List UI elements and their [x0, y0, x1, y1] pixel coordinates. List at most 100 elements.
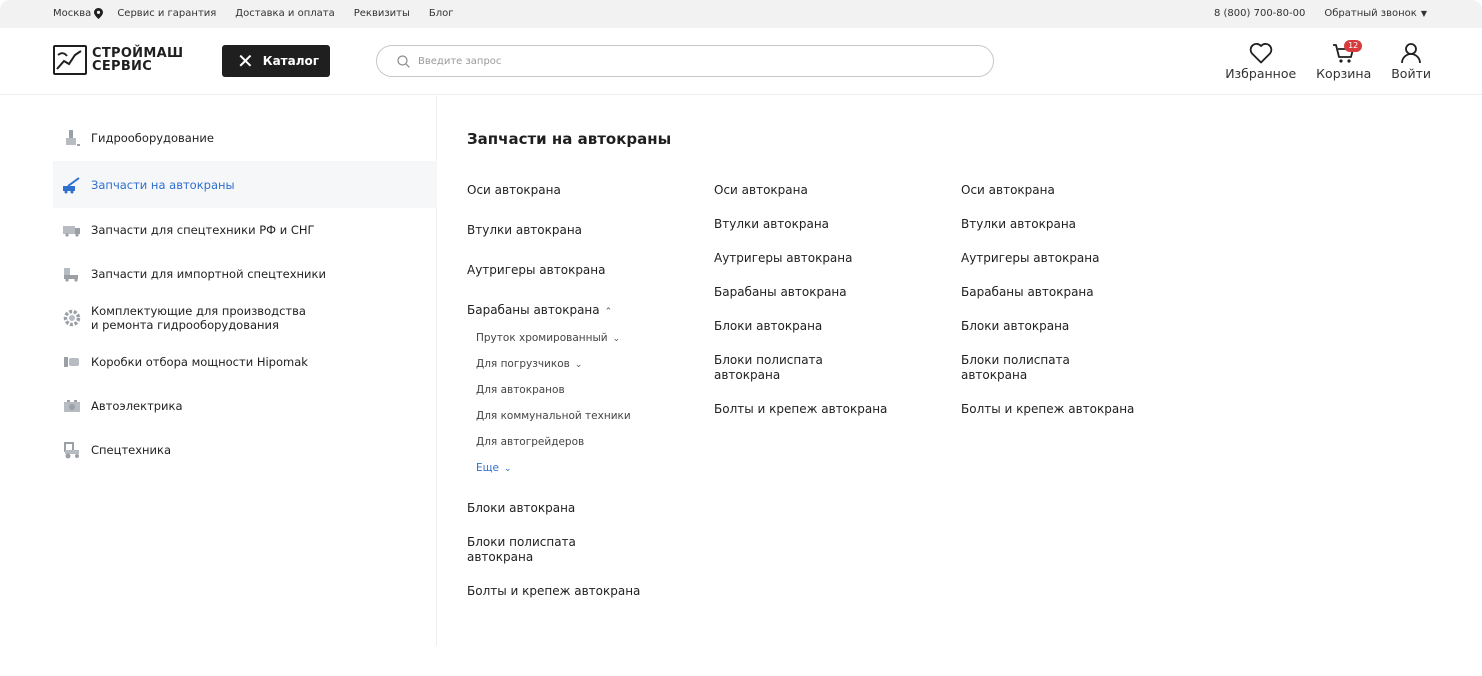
link-outriggers[interactable]: Аутригеры автокрана	[961, 251, 1100, 266]
battery-icon	[62, 396, 82, 416]
link-polyspast-blocks[interactable]: Блоки полиспата автокрана	[714, 353, 823, 383]
topbar-link-delivery[interactable]: Доставка и оплата	[235, 8, 334, 19]
topbar-link-service[interactable]: Сервис и гарантия	[117, 8, 216, 19]
more-link[interactable]: Еще ⌄	[476, 462, 512, 474]
logo-mark-icon	[53, 45, 87, 75]
link-bushings[interactable]: Втулки автокрана	[467, 223, 582, 238]
sidebar-item-crane-parts[interactable]: Запчасти на автокраны	[53, 161, 437, 208]
sublink-loaders[interactable]: Для погрузчиков ⌄	[476, 358, 582, 370]
search-bar[interactable]	[376, 45, 994, 77]
link-bolts[interactable]: Болты и крепеж автокрана	[961, 402, 1134, 417]
link-bushings[interactable]: Втулки автокрана	[961, 217, 1076, 232]
link-bolts[interactable]: Болты и крепеж автокрана	[467, 584, 640, 599]
link-blocks[interactable]: Блоки автокрана	[714, 319, 822, 334]
header-actions: Избранное 12 Корзина Войти	[1205, 40, 1431, 81]
sublink-label: Для погрузчиков	[476, 358, 570, 370]
sublink-municipal[interactable]: Для коммунальной техники	[476, 410, 631, 422]
sidebar-item-label: Коробки отбора мощности Hipomak	[91, 355, 308, 369]
sidebar-item-label: Запчасти для спецтехники РФ и СНГ	[91, 223, 315, 237]
sidebar-item-hydraulics[interactable]: Гидрооборудование	[53, 118, 437, 158]
logo[interactable]: СТРОЙМАШ СЕРВИС	[53, 45, 183, 75]
heart-icon	[1249, 43, 1272, 64]
location-pin-icon	[94, 8, 104, 19]
catalog-label: Каталог	[262, 54, 320, 68]
chevron-down-icon: ⌄	[612, 334, 621, 344]
page-title: Запчасти на автокраны	[467, 130, 672, 148]
truck-icon	[62, 220, 82, 240]
chevron-up-icon: ⌃	[604, 307, 613, 317]
sublink-cranes[interactable]: Для автокранов	[476, 384, 565, 396]
sidebar-item-import-machinery[interactable]: Запчасти для импортной спецтехники	[53, 254, 437, 294]
city-selector[interactable]: Москва	[53, 8, 104, 19]
cart-count-badge: 12	[1344, 40, 1363, 52]
sidebar-item-label-wrap: Комплектующие для производства и ремонта…	[91, 304, 306, 332]
link-drums[interactable]: Барабаны автокрана	[961, 285, 1094, 300]
topbar-left: Москва Сервис и гарантия Доставка и опла…	[53, 8, 473, 19]
loader-icon	[62, 264, 82, 284]
logo-line-2: СЕРВИС	[92, 59, 153, 74]
link-bolts[interactable]: Болты и крепеж автокрана	[714, 402, 887, 417]
link-outriggers[interactable]: Аутригеры автокрана	[467, 263, 606, 278]
topbar-right: 8 (800) 700-80-00 Обратный звонок ▼	[1195, 8, 1427, 19]
favorites-button[interactable]: Избранное	[1225, 42, 1296, 81]
cart-label: Корзина	[1316, 66, 1372, 81]
sidebar-item-label: Комплектующие для производства	[91, 304, 306, 318]
sidebar-item-label: Гидрооборудование	[91, 131, 214, 145]
sublink-chrome-rod[interactable]: Пруток хромированный ⌄	[476, 332, 620, 344]
sidebar-item-hipomak[interactable]: Коробки отбора мощности Hipomak	[53, 342, 437, 382]
caret-down-icon: ▼	[1420, 9, 1427, 18]
topbar-link-blog[interactable]: Блог	[429, 8, 454, 19]
link-axles[interactable]: Оси автокрана	[961, 183, 1055, 198]
catalog-button[interactable]: ✕ Каталог	[222, 45, 330, 77]
link-polyspast-blocks[interactable]: Блоки полиспата автокрана	[961, 353, 1070, 383]
sidebar-item-special-machinery[interactable]: Спецтехника	[53, 430, 437, 470]
crane-icon	[62, 175, 82, 195]
sidebar-item-label: Запчасти на автокраны	[91, 177, 235, 192]
link-axles[interactable]: Оси автокрана	[467, 183, 561, 198]
tractor-icon	[62, 440, 82, 460]
chevron-down-icon: ⌄	[503, 464, 512, 474]
favorites-label: Избранное	[1225, 66, 1297, 81]
sublink-label: Пруток хромированный	[476, 332, 608, 344]
gearbox-icon	[62, 352, 82, 372]
gear-icon	[62, 308, 82, 328]
close-icon: ✕	[237, 49, 254, 73]
city-label: Москва	[53, 8, 92, 19]
link-outriggers[interactable]: Аутригеры автокрана	[714, 251, 853, 266]
sublink-graders[interactable]: Для автогрейдеров	[476, 436, 584, 448]
topbar-link-requisites[interactable]: Реквизиты	[354, 8, 410, 19]
login-button[interactable]: Войти	[1391, 42, 1431, 81]
link-blocks[interactable]: Блоки автокрана	[961, 319, 1069, 334]
sidebar-item-auto-electrics[interactable]: Автоэлектрика	[53, 386, 437, 426]
top-utility-bar: Москва Сервис и гарантия Доставка и опла…	[0, 0, 1482, 28]
link-polyspast-blocks[interactable]: Блоки полиспата автокрана	[467, 535, 576, 565]
link-label: Блоки полиспата	[714, 353, 823, 367]
sidebar-item-hydraulic-components[interactable]: Комплектующие для производства и ремонта…	[53, 296, 437, 340]
logo-text: СТРОЙМАШ СЕРВИС	[92, 47, 183, 73]
sidebar-item-label: Спецтехника	[91, 443, 172, 457]
link-drums-expanded[interactable]: Барабаны автокрана ⌃	[467, 303, 612, 320]
link-label-line2: автокрана	[467, 550, 534, 564]
sidebar-item-russian-machinery[interactable]: Запчасти для спецтехники РФ и СНГ	[53, 210, 437, 250]
hydraulic-icon	[62, 128, 82, 148]
catalog-sidebar: Гидрооборудование Запчасти на автокраны …	[53, 96, 437, 646]
link-label-line2: автокрана	[714, 368, 781, 382]
cart-button[interactable]: 12 Корзина	[1316, 40, 1372, 81]
search-input[interactable]	[418, 55, 958, 67]
link-drums[interactable]: Барабаны автокрана	[714, 285, 847, 300]
phone-number[interactable]: 8 (800) 700-80-00	[1214, 8, 1305, 19]
login-label: Войти	[1391, 66, 1431, 81]
link-label-line2: автокрана	[961, 368, 1028, 382]
callback-button[interactable]: Обратный звонок ▼	[1324, 8, 1427, 19]
sidebar-item-label: Запчасти для импортной спецтехники	[91, 267, 326, 281]
search-icon	[397, 54, 410, 68]
link-axles[interactable]: Оси автокрана	[714, 183, 808, 198]
link-label: Блоки полиспата	[961, 353, 1070, 367]
sidebar-item-label: Автоэлектрика	[91, 399, 183, 413]
user-icon	[1401, 43, 1422, 64]
site-header: СТРОЙМАШ СЕРВИС ✕ Каталог Избранное 12 К…	[0, 28, 1482, 95]
link-blocks[interactable]: Блоки автокрана	[467, 501, 575, 516]
chevron-down-icon: ⌄	[574, 360, 583, 370]
link-bushings[interactable]: Втулки автокрана	[714, 217, 829, 232]
more-label: Еще	[476, 462, 499, 474]
